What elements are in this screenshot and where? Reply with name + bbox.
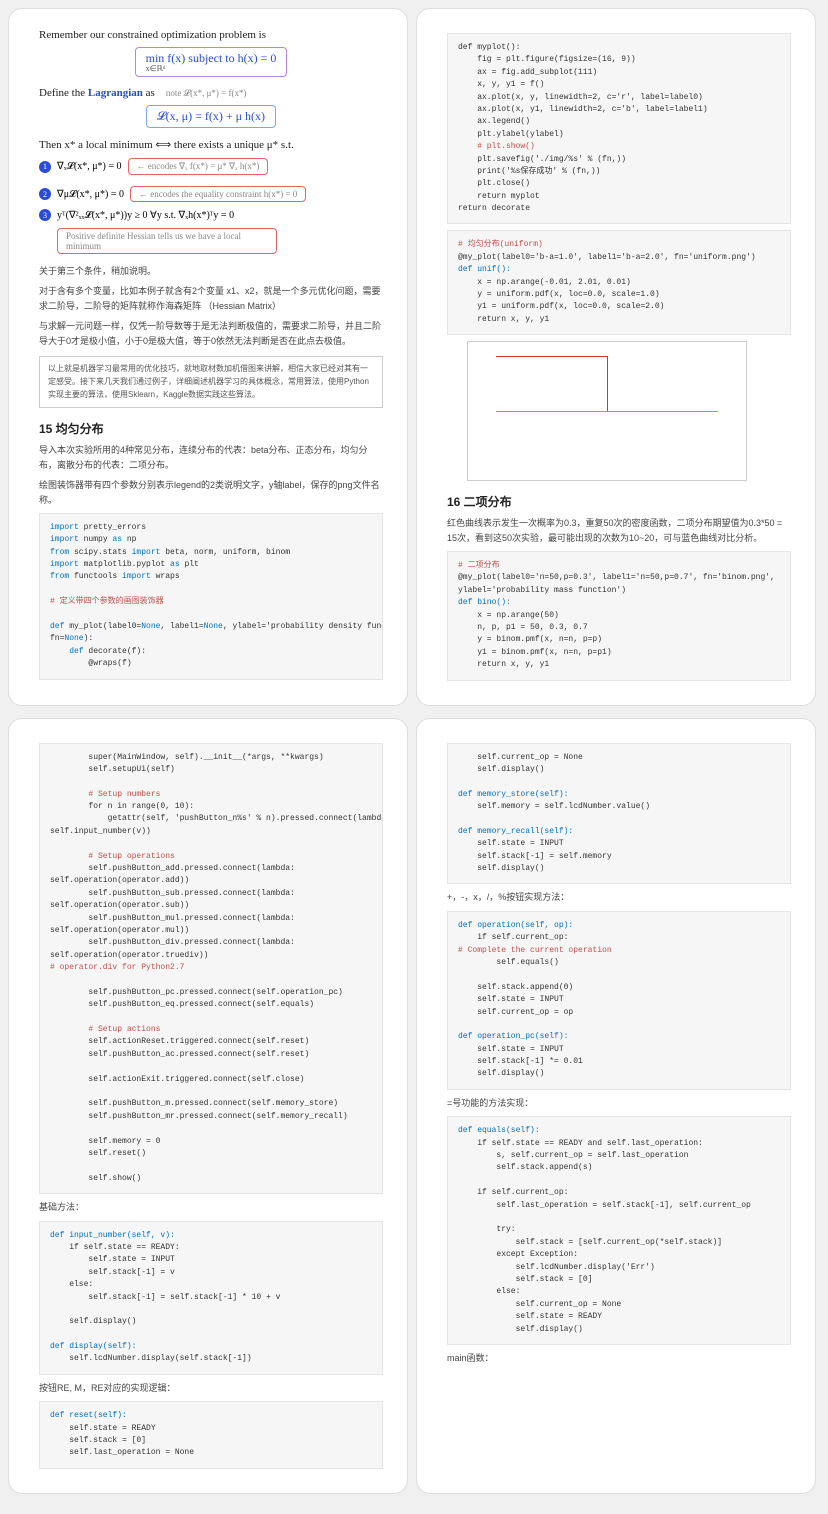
def-note: note 𝓛(x*, μ*) = f(x*) xyxy=(166,88,247,98)
code-block-5: super(MainWindow, self).__init__(*args, … xyxy=(39,743,383,1195)
b3-box: Positive definite Hessian tells us we ha… xyxy=(57,228,277,254)
para-eq: =号功能的方法实现： xyxy=(447,1096,791,1110)
formula-lagrangian: 𝓛(x, μ) = f(x) + μ h(x) xyxy=(146,105,276,128)
para16: 红色曲线表示发生一次概率为0.3，重复50次的密度函数，二项分布期望值为0.3*… xyxy=(447,516,791,545)
b2-eq: ∇μ𝓛(x*, μ*) = 0 xyxy=(57,189,124,200)
bullet-num-1: 1 xyxy=(39,161,51,173)
page-4: self.current_op = None self.display() de… xyxy=(416,718,816,1494)
opt-intro: Remember our constrained optimization pr… xyxy=(39,29,383,41)
bullet-num-3: 3 xyxy=(39,209,51,221)
para15b: 绘图装饰器带有四个参数分别表示legend的2类说明文字，y轴label，保存的… xyxy=(39,478,383,507)
formula1-wrap: min f(x) subject to h(x) = 0 x∈ℝᵈ xyxy=(39,43,383,81)
formula2-wrap: 𝓛(x, μ) = f(x) + μ h(x) xyxy=(39,101,383,132)
para-after1: 关于第三个条件，稍加说明。 xyxy=(39,264,383,278)
para-rem: 按钮RE, M，RE对应的实现逻辑： xyxy=(39,1381,383,1395)
code-block-8: self.current_op = None self.display() de… xyxy=(447,743,791,885)
para-ops: +，-，x，/，%按钮实现方法： xyxy=(447,890,791,904)
b1-eq: ∇ₓ𝓛(x*, μ*) = 0 xyxy=(57,161,122,172)
formula-min: min f(x) subject to h(x) = 0 x∈ℝᵈ xyxy=(135,47,288,77)
bullet-1: 1 ∇ₓ𝓛(x*, μ*) = 0 ← encodes ∇ₓ f(x*) = μ… xyxy=(39,154,383,179)
code-block-1: import pretty_errors import numpy as np … xyxy=(39,513,383,680)
code-block-7: def reset(self): self.state = READY self… xyxy=(39,1401,383,1469)
spread-1: Remember our constrained optimization pr… xyxy=(8,8,820,706)
then-line: Then x* a local minimum ⟺ there exists a… xyxy=(39,138,383,151)
para15a: 导入本次实验所用的4种常见分布，连续分布的代表：beta分布、正态分布，均匀分布… xyxy=(39,443,383,472)
b2-box: ← encodes the equality constraint h(x*) … xyxy=(130,186,306,202)
code-block-10: def equals(self): if self.state == READY… xyxy=(447,1116,791,1345)
bullet-num-2: 2 xyxy=(39,188,51,200)
code-block-3: # 均匀分布(uniform) @my_plot(label0='b-a=1.0… xyxy=(447,230,791,335)
bullet-3: 3 yᵀ(∇²ₓₓ𝓛(x*, μ*))y ≥ 0 ∀y s.t. ∇ₓh(x*)… xyxy=(39,209,383,221)
boxed-para: 以上就是机器学习最常用的优化技巧，就地取材数加机借图来讲解，相信大家已经对其有一… xyxy=(39,356,383,408)
def-b: Lagrangian xyxy=(88,87,143,99)
def-c: as xyxy=(146,87,155,99)
page-2: def myplot(): fig = plt.figure(figsize=(… xyxy=(416,8,816,706)
para-after3: 与求解一元问题一样，仅凭一阶导数等于是无法判断极值的，需要求二阶导，并且二阶导大… xyxy=(39,319,383,348)
formula-sub: x∈ℝᵈ xyxy=(146,64,277,73)
code-block-4: # 二项分布 @my_plot(label0='n=50,p=0.3', lab… xyxy=(447,551,791,681)
b3-box-wrap: Positive definite Hessian tells us we ha… xyxy=(57,224,383,258)
page-3: super(MainWindow, self).__init__(*args, … xyxy=(8,718,408,1494)
code-block-6: def input_number(self, v): if self.state… xyxy=(39,1221,383,1375)
spread-2: super(MainWindow, self).__init__(*args, … xyxy=(8,718,820,1494)
para-basic: 基础方法： xyxy=(39,1200,383,1214)
formula-min-text: min f(x) subject to h(x) = 0 xyxy=(146,51,277,65)
para-after2: 对于含有多个变量，比如本例子就含有2个变量 x1、x2，就是一个多元优化问题，需… xyxy=(39,284,383,313)
code-block-9: def operation(self, op): if self.current… xyxy=(447,911,791,1090)
b3-eq: yᵀ(∇²ₓₓ𝓛(x*, μ*))y ≥ 0 ∀y s.t. ∇ₓh(x*)ᵀy… xyxy=(57,210,234,221)
b1-box: ← encodes ∇ₓ f(x*) = μ* ∇ₓ h(x*) xyxy=(128,158,269,175)
heading-16: 16 二项分布 xyxy=(447,493,791,510)
bullet-2: 2 ∇μ𝓛(x*, μ*) = 0 ← encodes the equality… xyxy=(39,182,383,206)
heading-15: 15 均匀分布 xyxy=(39,420,383,437)
def-line: Define the Lagrangian as note 𝓛(x*, μ*) … xyxy=(39,87,383,99)
uniform-plot xyxy=(467,341,747,481)
para-main: main函数： xyxy=(447,1351,791,1365)
def-a: Define the xyxy=(39,87,88,99)
code-block-2: def myplot(): fig = plt.figure(figsize=(… xyxy=(447,33,791,224)
page-1: Remember our constrained optimization pr… xyxy=(8,8,408,706)
